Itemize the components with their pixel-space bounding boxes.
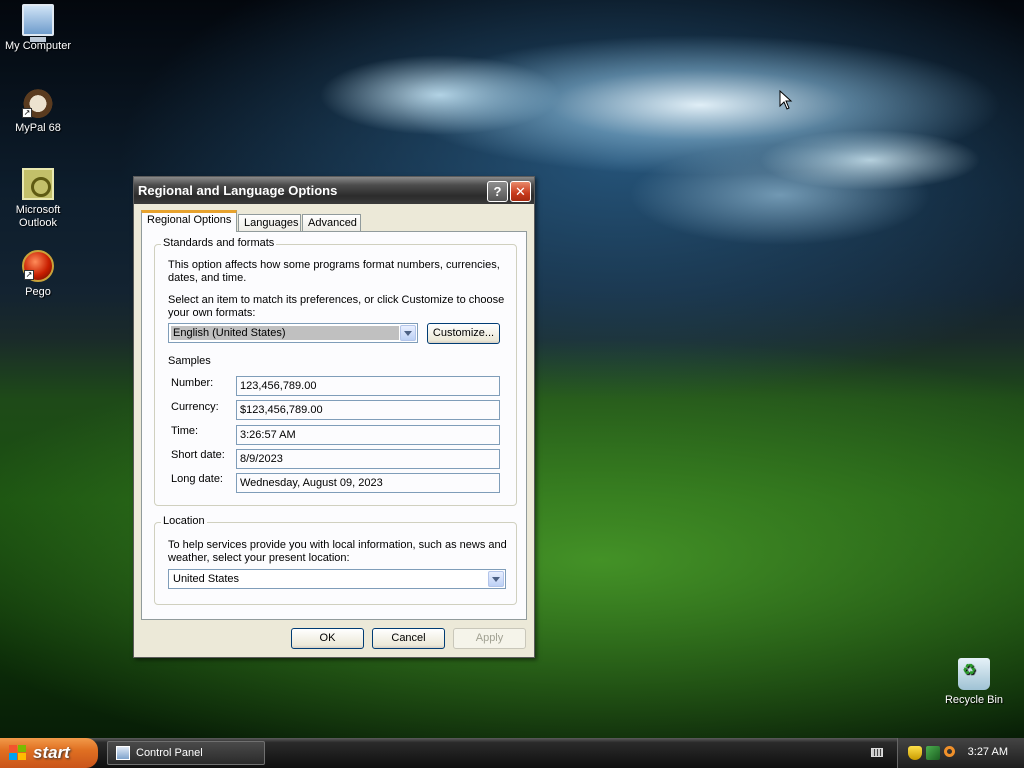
desktop-icon-recycle-bin[interactable]: Recycle Bin: [936, 658, 1012, 707]
chevron-down-icon[interactable]: [488, 571, 504, 587]
location-select-value: United States: [173, 573, 240, 585]
sample-label-time: Time:: [171, 425, 199, 437]
group-title: Standards and formats: [161, 237, 277, 249]
mypal-icon: ↗: [22, 86, 54, 118]
tab-advanced[interactable]: Advanced: [302, 214, 361, 232]
search-icon[interactable]: [944, 746, 955, 757]
desktop-icon-label: Pego: [25, 286, 51, 298]
samples-title: Samples: [168, 355, 211, 367]
dialog-title: Regional and Language Options: [138, 183, 338, 198]
sample-label-short-date: Short date:: [171, 449, 225, 461]
sample-label-number: Number:: [171, 377, 214, 389]
help-button[interactable]: ?: [487, 181, 508, 202]
pego-icon: ↗: [22, 250, 54, 282]
desktop-icon-outlook[interactable]: Microsoft Outlook: [0, 168, 76, 230]
tray-clock[interactable]: 3:27 AM: [968, 746, 1008, 758]
desktop-icon-my-computer[interactable]: My Computer: [0, 4, 76, 53]
standards-formats-group: Standards and formats This option affect…: [154, 237, 517, 506]
desktop-icon-label: Microsoft Outlook: [15, 204, 61, 229]
help-icon: ?: [493, 184, 502, 199]
shortcut-arrow-icon: ↗: [22, 108, 32, 118]
format-select-value: English (United States): [171, 326, 399, 340]
security-shield-icon[interactable]: [908, 746, 922, 760]
desktop-icon-pego[interactable]: ↗ Pego: [0, 250, 76, 299]
desktop-icon-mypal[interactable]: ↗ MyPal 68: [0, 86, 76, 135]
start-button[interactable]: start: [0, 738, 98, 768]
location-select[interactable]: United States: [168, 569, 506, 589]
computer-icon: [22, 4, 54, 42]
sample-label-currency: Currency:: [171, 401, 219, 413]
regional-options-panel: Standards and formats This option affect…: [141, 231, 527, 620]
network-icon[interactable]: [926, 746, 940, 760]
select-prompt: Select an item to match its preferences,…: [168, 294, 505, 319]
ok-button[interactable]: OK: [291, 628, 364, 649]
sample-label-long-date: Long date:: [171, 473, 223, 485]
standards-description: This option affects how some programs fo…: [168, 259, 500, 284]
chevron-down-icon[interactable]: [400, 325, 416, 341]
sample-value-time[interactable]: 3:26:57 AM: [236, 425, 500, 445]
tab-languages[interactable]: Languages: [238, 214, 301, 232]
windows-logo-icon: [9, 745, 27, 761]
taskbar-item-control-panel[interactable]: Control Panel: [107, 741, 265, 765]
sample-value-long-date[interactable]: Wednesday, August 09, 2023: [236, 473, 500, 493]
location-group: Location To help services provide you wi…: [154, 515, 517, 605]
location-description: To help services provide you with local …: [168, 539, 507, 564]
recycle-bin-icon: [958, 658, 990, 690]
tab-regional-options[interactable]: Regional Options: [141, 210, 237, 232]
close-icon: ✕: [515, 184, 526, 199]
dialog-titlebar[interactable]: Regional and Language Options ? ✕: [134, 177, 534, 204]
taskbar-item-label: Control Panel: [136, 747, 203, 759]
mouse-cursor-icon: [779, 90, 793, 110]
desktop-icon-label: Recycle Bin: [944, 694, 1004, 706]
sample-value-number[interactable]: 123,456,789.00: [236, 376, 500, 396]
system-tray: 3:27 AM: [897, 738, 1024, 768]
apply-button[interactable]: Apply: [453, 628, 526, 649]
outlook-icon: [22, 168, 54, 200]
customize-button[interactable]: Customize...: [427, 323, 500, 344]
close-button[interactable]: ✕: [510, 181, 531, 202]
sample-value-currency[interactable]: $123,456,789.00: [236, 400, 500, 420]
desktop-icon-label: MyPal 68: [15, 122, 61, 134]
group-title: Location: [161, 515, 207, 527]
format-select[interactable]: English (United States): [168, 323, 418, 343]
sample-value-short-date[interactable]: 8/9/2023: [236, 449, 500, 469]
control-panel-icon: [116, 746, 130, 760]
shortcut-arrow-icon: ↗: [24, 270, 34, 280]
cancel-button[interactable]: Cancel: [372, 628, 445, 649]
regional-language-dialog: Regional and Language Options ? ✕ Region…: [133, 176, 535, 658]
keyboard-icon[interactable]: [871, 748, 883, 757]
start-label: start: [33, 743, 70, 762]
